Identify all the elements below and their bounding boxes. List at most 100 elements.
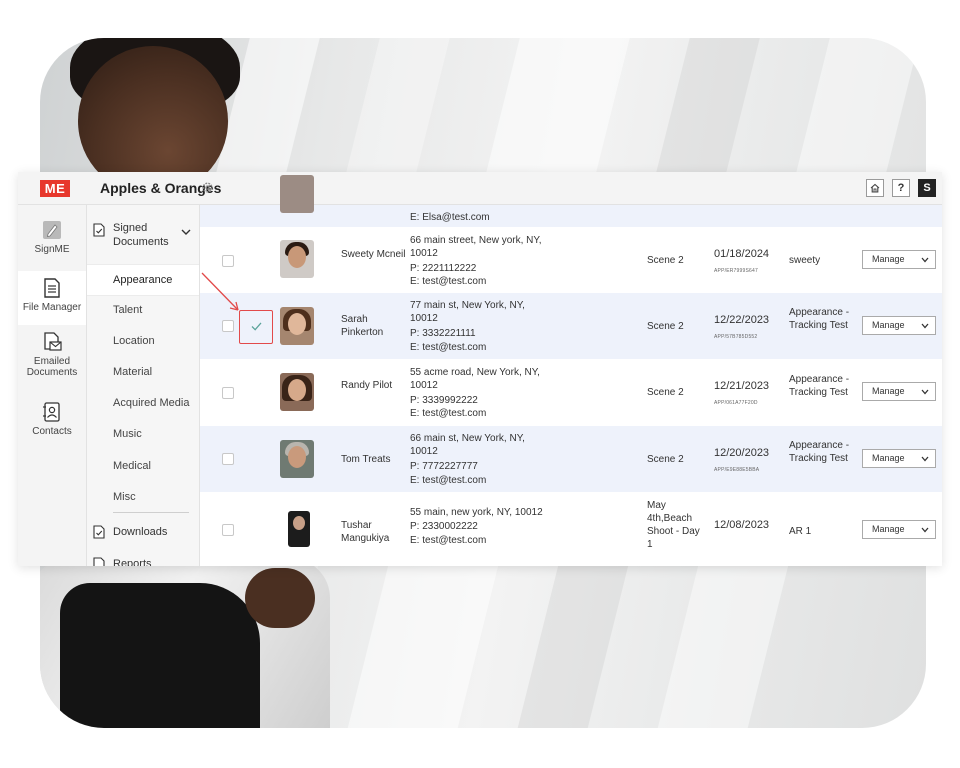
avatar [280, 373, 314, 411]
downloads-label: Downloads [113, 526, 168, 538]
report-icon [93, 557, 105, 566]
scene: Scene 2 [647, 321, 684, 332]
rail-item-signme[interactable]: SignME [18, 219, 86, 269]
pen-icon [43, 221, 61, 239]
manage-dropdown[interactable]: Manage [862, 520, 936, 539]
date: 12/20/2023 [714, 447, 770, 459]
subnav-item-music[interactable]: Music [87, 419, 199, 449]
contact-name: Tushar Mangukiya [341, 520, 390, 544]
contact-name: Tom Treats [341, 454, 391, 465]
app-id: APP/57B785D552 [714, 334, 758, 340]
manage-label: Manage [872, 524, 905, 534]
contact-email: E: test@test.com [410, 342, 487, 353]
row-checkbox[interactable] [222, 320, 234, 332]
date: 01/18/2024 [714, 248, 770, 260]
gear-icon[interactable] [201, 181, 214, 194]
group-label: Signed Documents [113, 222, 169, 248]
file-icon [44, 278, 60, 298]
release-type: Appearance - Tracking Test [789, 374, 850, 398]
date: 12/08/2023 [714, 519, 770, 531]
manage-dropdown[interactable]: Manage [862, 316, 936, 335]
contact-address: 55 acme road, New York, NY, 10012 [410, 367, 540, 391]
manage-dropdown[interactable]: Manage [862, 382, 936, 401]
contact-phone: P: 2330002222 [410, 521, 478, 532]
contact-address: 66 main st, New York, NY, 10012 [410, 433, 525, 457]
date: 12/21/2023 [714, 380, 770, 392]
contact-name: Sarah Pinkerton [341, 314, 384, 338]
subnav-divider [113, 512, 189, 513]
row-checkbox[interactable] [222, 255, 234, 267]
subnav-label: Location [113, 335, 155, 347]
signed-documents-group[interactable]: Signed Documents [87, 222, 199, 253]
manage-label: Manage [872, 386, 905, 396]
contact-email: E: test@test.com [410, 475, 487, 486]
download-doc-icon [93, 525, 105, 539]
subnav-label: Appearance [113, 274, 173, 286]
release-type: Appearance - Tracking Test [789, 307, 850, 331]
release-type: sweety [789, 255, 821, 266]
contact-icon [43, 402, 60, 422]
person-hand [245, 568, 315, 628]
contact-phone: P: 2221112222 [410, 263, 477, 274]
chevron-down-icon [921, 527, 929, 533]
app-id: APP/061A77F20D [714, 400, 758, 406]
row-checkbox[interactable] [222, 387, 234, 399]
chevron-down-icon [921, 456, 929, 462]
subnav-label: Acquired Media [113, 397, 190, 409]
table-row[interactable]: Randy Pilot 55 acme road, New York, NY, … [200, 360, 942, 425]
manage-dropdown[interactable]: Manage [862, 250, 936, 269]
date: 12/22/2023 [714, 314, 770, 326]
app-rail: SignME File Manager Emailed Documents Co… [18, 205, 87, 566]
manage-dropdown[interactable]: Manage [862, 449, 936, 468]
rail-item-emailed-documents[interactable]: Emailed Documents [18, 331, 86, 391]
subnav-label: Music [113, 428, 142, 440]
subnav-item-location[interactable]: Location [87, 326, 199, 356]
table-row-partial[interactable]: E: Elsa@test.com [200, 175, 942, 227]
subnav-reports[interactable]: Reports [87, 557, 199, 566]
rail-item-contacts[interactable]: Contacts [18, 401, 86, 441]
subnav-item-appearance[interactable]: Appearance [87, 264, 199, 296]
table-row[interactable]: Sweety Mcneil 66 main street, New york, … [200, 228, 942, 292]
person-shirt [60, 583, 260, 728]
contact-address: 66 main street, New york, NY, 10012 [410, 235, 542, 259]
chevron-down-icon [921, 257, 929, 263]
contact-name: Sweety Mcneil [341, 249, 406, 260]
scene: Scene 2 [647, 387, 684, 398]
manage-label: Manage [872, 320, 905, 330]
avatar [280, 175, 314, 213]
top-bar: ME Apples & Oranges ? S [18, 172, 942, 205]
manage-label: Manage [872, 453, 905, 463]
home-button[interactable] [866, 179, 884, 197]
row-checkbox[interactable] [222, 453, 234, 465]
subnav-label: Medical [113, 460, 151, 472]
table-row[interactable]: Sarah Pinkerton 77 main st, New York, NY… [200, 293, 942, 359]
contact-email: E: test@test.com [410, 408, 487, 419]
contact-phone: P: 3339992222 [410, 395, 478, 406]
avatar [280, 240, 314, 278]
rail-item-file-manager[interactable]: File Manager [18, 271, 86, 325]
home-icon [870, 183, 880, 193]
contact-email: E: test@test.com [410, 535, 487, 546]
brand-logo[interactable]: ME [40, 180, 70, 197]
subnav-label: Misc [113, 491, 136, 503]
avatar [280, 307, 314, 345]
subnav-item-talent[interactable]: Talent [87, 295, 199, 325]
row-checkbox[interactable] [222, 524, 234, 536]
subnav-item-medical[interactable]: Medical [87, 451, 199, 481]
subnav-item-material[interactable]: Material [87, 357, 199, 387]
subnav-downloads[interactable]: Downloads [87, 525, 199, 547]
user-avatar-button[interactable]: S [918, 179, 936, 197]
documents-table: E: Elsa@test.com Sweety Mcneil 66 main s… [200, 175, 942, 566]
subnav-item-acquired-media[interactable]: Acquired Media [87, 388, 199, 418]
help-button[interactable]: ? [892, 179, 910, 197]
contact-address: 77 main st, New York, NY, 10012 [410, 300, 525, 324]
checkmark-icon[interactable] [251, 322, 262, 331]
table-row[interactable]: Tushar Mangukiya 55 main, new york, NY, … [200, 493, 942, 566]
release-type: Appearance - Tracking Test [789, 440, 850, 464]
app-id: APP/ER7999S647 [714, 268, 758, 274]
contact-phone: P: 3332221111 [410, 328, 476, 339]
scene: Scene 2 [647, 255, 684, 266]
subnav-item-misc[interactable]: Misc [87, 482, 199, 512]
chevron-down-icon[interactable] [181, 229, 191, 235]
table-row[interactable]: Tom Treats 66 main st, New York, NY, 100… [200, 426, 942, 492]
